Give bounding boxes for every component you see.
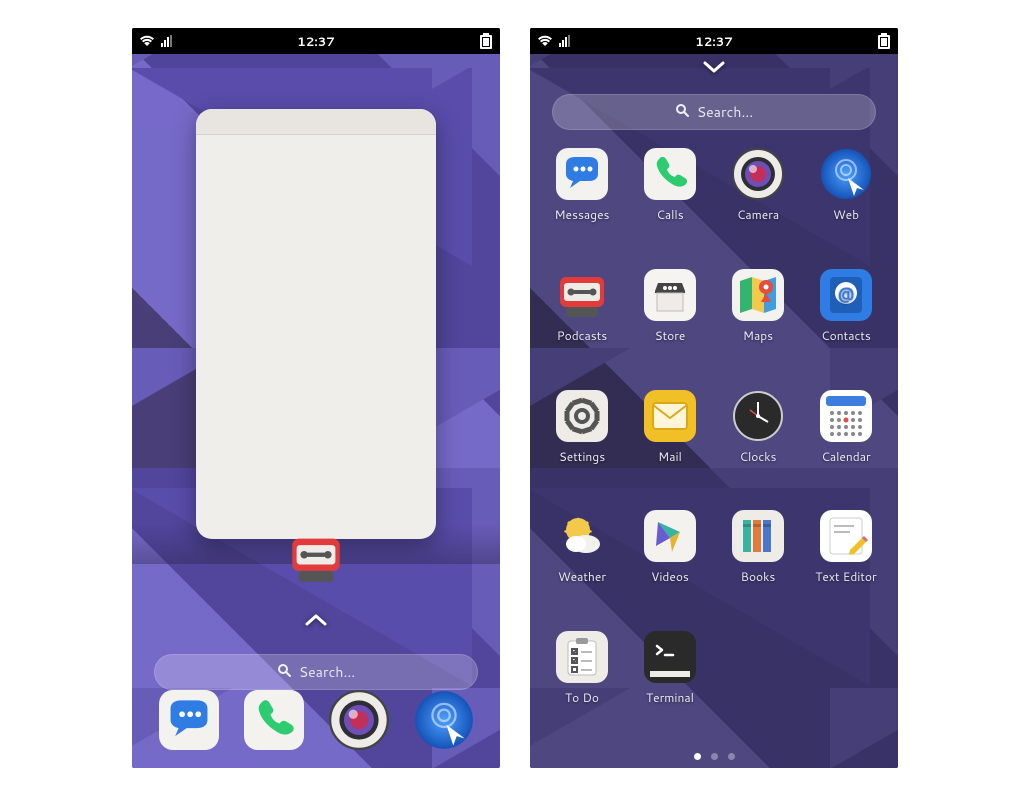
app-label: Clocks bbox=[739, 448, 776, 465]
cellular-icon bbox=[558, 35, 572, 47]
running-app-icon bbox=[288, 530, 344, 592]
app-label: Text Editor bbox=[815, 568, 876, 585]
todo-icon bbox=[554, 629, 610, 685]
page-indicator[interactable] bbox=[530, 753, 898, 760]
page-dot[interactable] bbox=[711, 753, 718, 760]
camera-icon bbox=[730, 146, 786, 202]
show-apps-button[interactable] bbox=[303, 612, 329, 630]
wifi-icon bbox=[140, 35, 154, 47]
svg-text:@: @ bbox=[838, 282, 854, 305]
hide-apps-button[interactable] bbox=[701, 58, 727, 76]
texteditor-icon bbox=[818, 508, 874, 564]
contacts-icon: @ bbox=[818, 267, 874, 323]
app-todo[interactable]: To Do bbox=[538, 629, 626, 736]
weather-icon bbox=[554, 508, 610, 564]
podcasts-icon bbox=[554, 267, 610, 323]
app-label: Messages bbox=[555, 206, 610, 223]
running-app-card[interactable] bbox=[196, 109, 436, 539]
app-books[interactable]: Books bbox=[714, 508, 802, 615]
app-store[interactable]: Store bbox=[626, 267, 714, 374]
camera-icon bbox=[327, 688, 391, 752]
app-label: Videos bbox=[651, 568, 689, 585]
app-web[interactable]: Web bbox=[412, 688, 476, 752]
mail-icon bbox=[642, 388, 698, 444]
app-label: Camera bbox=[737, 206, 779, 223]
app-label: Contacts bbox=[821, 327, 871, 344]
app-messages[interactable]: Messages bbox=[538, 146, 626, 253]
app-podcasts[interactable]: Podcasts bbox=[538, 267, 626, 374]
app-label: Calls bbox=[656, 206, 683, 223]
app-settings[interactable]: Settings bbox=[538, 388, 626, 495]
web-icon bbox=[412, 688, 476, 752]
app-label: Podcasts bbox=[557, 327, 607, 344]
app-calendar[interactable]: Calendar bbox=[802, 388, 890, 495]
app-label: Settings bbox=[559, 448, 605, 465]
app-contacts[interactable]: @ Contacts bbox=[802, 267, 890, 374]
app-mail[interactable]: Mail bbox=[626, 388, 714, 495]
terminal-icon bbox=[642, 629, 698, 685]
wifi-icon bbox=[538, 35, 552, 47]
clocks-icon bbox=[730, 388, 786, 444]
videos-icon bbox=[642, 508, 698, 564]
search-input[interactable]: Search... bbox=[552, 94, 876, 130]
battery-icon bbox=[878, 33, 890, 49]
app-texteditor[interactable]: Text Editor bbox=[802, 508, 890, 615]
app-messages[interactable]: Messages bbox=[157, 688, 221, 752]
store-icon bbox=[642, 267, 698, 323]
app-terminal[interactable]: Terminal bbox=[626, 629, 714, 736]
battery-icon bbox=[480, 33, 492, 49]
app-videos[interactable]: Videos bbox=[626, 508, 714, 615]
calls-icon bbox=[242, 688, 306, 752]
overview-screen: 12:37 Search... bbox=[132, 28, 500, 768]
app-label: Maps bbox=[743, 327, 773, 344]
running-apps-carousel[interactable] bbox=[132, 84, 500, 564]
messages-icon bbox=[554, 146, 610, 202]
messages-icon bbox=[157, 688, 221, 752]
app-calls[interactable]: Calls bbox=[626, 146, 714, 253]
app-clocks[interactable]: Clocks bbox=[714, 388, 802, 495]
app-calls[interactable]: Calls bbox=[242, 688, 306, 752]
app-label: Calendar bbox=[821, 448, 870, 465]
search-icon bbox=[675, 102, 689, 122]
calls-icon bbox=[642, 146, 698, 202]
page-dot[interactable] bbox=[728, 753, 735, 760]
app-label: Web bbox=[833, 206, 859, 223]
app-label: Store bbox=[655, 327, 686, 344]
appgrid-screen: 12:37 Search... Messages Calls Camera bbox=[530, 28, 898, 768]
status-time: 12:37 bbox=[297, 33, 335, 50]
status-bar[interactable]: 12:37 bbox=[530, 28, 898, 54]
page-dot[interactable] bbox=[694, 753, 701, 760]
status-bar[interactable]: 12:37 bbox=[132, 28, 500, 54]
settings-icon bbox=[554, 388, 610, 444]
cellular-icon bbox=[160, 35, 174, 47]
app-label: Weather bbox=[558, 568, 606, 585]
maps-icon bbox=[730, 267, 786, 323]
app-label: Terminal bbox=[646, 689, 694, 706]
dock: Messages Calls Camera Web bbox=[132, 682, 500, 758]
web-icon bbox=[818, 146, 874, 202]
calendar-icon bbox=[818, 388, 874, 444]
app-weather[interactable]: Weather bbox=[538, 508, 626, 615]
status-time: 12:37 bbox=[695, 33, 733, 50]
app-camera[interactable]: Camera bbox=[327, 688, 391, 752]
app-label: Books bbox=[741, 568, 776, 585]
app-maps[interactable]: Maps bbox=[714, 267, 802, 374]
books-icon bbox=[730, 508, 786, 564]
app-web[interactable]: Web bbox=[802, 146, 890, 253]
app-label: Mail bbox=[658, 448, 682, 465]
app-grid: Messages Calls Camera Web Podcasts Store… bbox=[530, 146, 898, 736]
search-placeholder: Search... bbox=[299, 662, 355, 682]
search-placeholder: Search... bbox=[697, 102, 753, 122]
app-label: To Do bbox=[565, 689, 599, 706]
search-icon bbox=[277, 662, 291, 682]
app-camera[interactable]: Camera bbox=[714, 146, 802, 253]
